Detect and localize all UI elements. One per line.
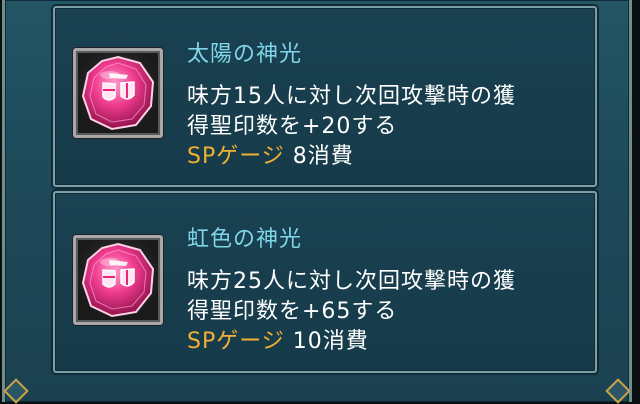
skill-name: 太陽の神光 [187, 42, 303, 67]
skill-description-line-2: 得聖印数を+20する [187, 114, 398, 139]
skill-list-panel: 太陽の神光 味方15人に対し次回攻撃時の獲 得聖印数を+20する SPゲージ 8消… [2, 0, 632, 404]
skill-card[interactable]: 太陽の神光 味方15人に対し次回攻撃時の獲 得聖印数を+20する SPゲージ 8消… [53, 6, 597, 187]
sp-gauge-label: SPゲージ [187, 329, 285, 354]
frame-corner-ornament [3, 378, 29, 404]
pink-crystal-gem-icon [81, 55, 155, 131]
skill-description-line-1: 味方15人に対し次回攻撃時の獲 [187, 84, 516, 109]
sp-cost: SPゲージ 8消費 [187, 138, 354, 170]
frame-corner-ornament [605, 378, 631, 404]
sp-cost: SPゲージ 10消費 [187, 323, 369, 355]
skill-name: 虹色の神光 [187, 227, 303, 252]
sp-gauge-label: SPゲージ [187, 144, 285, 169]
sp-cost-value: 8消費 [292, 144, 354, 169]
skill-description-line-2: 得聖印数を+65する [187, 299, 398, 324]
sp-cost-value: 10消費 [292, 329, 369, 354]
skill-card[interactable]: 虹色の神光 味方25人に対し次回攻撃時の獲 得聖印数を+65する SPゲージ 10… [53, 191, 597, 373]
skill-icon-frame [73, 235, 163, 325]
pink-crystal-gem-icon [81, 242, 155, 318]
skill-description-line-1: 味方25人に対し次回攻撃時の獲 [187, 269, 516, 294]
skill-icon-frame [73, 48, 163, 138]
